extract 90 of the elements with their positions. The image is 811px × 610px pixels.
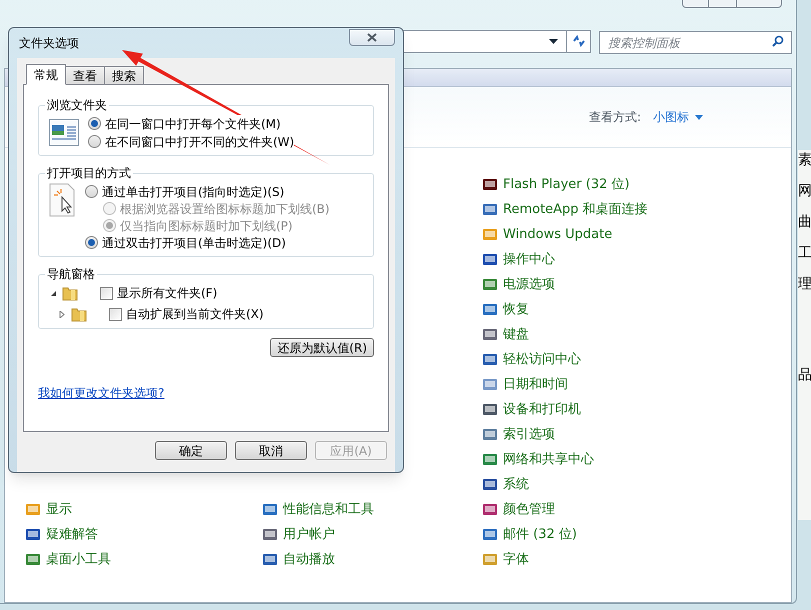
applet-icon (482, 326, 498, 342)
folder-icon (71, 306, 87, 322)
minimize-button[interactable] (682, 0, 709, 8)
applet-icon (482, 452, 498, 468)
applet-icon (482, 376, 498, 392)
radio-button[interactable] (88, 117, 101, 130)
view-by-dropdown[interactable]: 小图标 (653, 108, 703, 126)
applet-link[interactable]: 键盘 (503, 324, 529, 344)
applet-link[interactable]: 电源选项 (503, 274, 555, 294)
applet-link[interactable]: Flash Player (32 位) (503, 174, 630, 194)
radio-button[interactable] (85, 236, 98, 249)
applet-icon (25, 552, 41, 568)
close-icon (367, 32, 377, 42)
applet-icon (482, 476, 498, 492)
radio-label: 在不同窗口中打开不同的文件夹(W) (105, 132, 294, 150)
close-button[interactable] (349, 28, 395, 46)
help-link[interactable]: 我如何更改文件夹选项? (38, 386, 164, 400)
dialog-title: 文件夹选项 (18, 35, 79, 52)
applet-link[interactable]: 轻松访问中心 (503, 350, 581, 370)
dropdown-arrow-icon (549, 38, 558, 44)
view-by-label: 查看方式: (588, 109, 641, 126)
refresh-icon (572, 35, 586, 47)
search-icon (772, 34, 784, 46)
applet-link[interactable]: RemoteApp 和桌面连接 (503, 200, 648, 220)
radio-label: 在同一窗口中打开每个文件夹(M) (105, 114, 281, 132)
maximize-button[interactable] (709, 0, 736, 8)
tab[interactable]: 搜索 (104, 66, 144, 84)
restore-defaults-button[interactable]: 还原为默认值(R) (270, 338, 374, 357)
applet-icon (482, 202, 498, 218)
tab[interactable]: 常规 (26, 64, 66, 85)
window-preview-icon (49, 119, 79, 146)
applet-icon (262, 526, 278, 542)
checkbox[interactable] (109, 308, 122, 320)
group-title: 导航窗格 (45, 266, 97, 282)
applet-icon (482, 252, 498, 268)
collapsed-triangle-icon[interactable] (59, 310, 66, 318)
close-button[interactable] (736, 0, 782, 8)
applet-icon (482, 552, 498, 568)
cursor-document-icon (49, 183, 76, 217)
applet-icon (262, 502, 278, 518)
search-field[interactable]: 搜索控制面板 (599, 31, 792, 54)
radio-label: 通过双击打开项目(单击时选定)(D) (102, 234, 286, 252)
folder-icon (62, 286, 78, 300)
applet-link[interactable]: 颜色管理 (503, 500, 555, 520)
applet-icon (482, 226, 498, 242)
window-text: 工 (798, 244, 811, 263)
applet-link[interactable]: 显示 (46, 500, 72, 520)
applet-link[interactable]: 网络和共享中心 (503, 450, 594, 470)
radio-button[interactable] (85, 185, 98, 198)
group-title: 浏览文件夹 (45, 97, 109, 113)
applet-link[interactable]: 自动播放 (283, 550, 335, 570)
expanded-triangle-icon[interactable] (50, 290, 57, 296)
applet-link[interactable]: 性能信息和工具 (283, 500, 374, 520)
checkbox[interactable] (100, 286, 113, 300)
checkbox-label: 自动扩展到当前文件夹(X) (126, 306, 264, 323)
applet-link[interactable]: 字体 (503, 550, 529, 570)
applet-icon (482, 526, 498, 542)
applet-link[interactable]: 桌面小工具 (46, 550, 111, 570)
checkbox-label: 显示所有文件夹(F) (117, 285, 218, 302)
applet-icon (262, 552, 278, 568)
caret-icon (695, 114, 703, 120)
applet-link[interactable]: 日期和时间 (503, 374, 568, 394)
applet-icon (482, 176, 498, 192)
applet-link[interactable]: 索引选项 (503, 424, 555, 444)
applet-link[interactable]: 设备和打印机 (503, 400, 581, 420)
applet-icon (482, 402, 498, 418)
applet-link[interactable]: 操作中心 (503, 250, 555, 270)
applet-link[interactable]: 邮件 (32 位) (503, 524, 577, 544)
radio-label: 通过单击打开项目(指向时选定)(S) (102, 182, 284, 200)
applet-icon (25, 526, 41, 542)
applet-link[interactable]: Windows Update (503, 224, 612, 244)
applet-icon (482, 426, 498, 442)
dialog-button[interactable]: 确定 (155, 441, 227, 460)
window-text: 网 (798, 182, 811, 201)
window-text: 品 (798, 366, 811, 385)
applet-icon (482, 302, 498, 318)
applet-icon (25, 502, 41, 518)
tab[interactable]: 查看 (65, 66, 105, 84)
applet-icon (482, 502, 498, 518)
dialog-button[interactable]: 取消 (235, 441, 307, 460)
applet-icon (482, 352, 498, 368)
dialog-button: 应用(A) (315, 441, 387, 460)
applet-link[interactable]: 系统 (503, 474, 529, 494)
applet-link[interactable]: 用户帐户 (283, 524, 335, 544)
window-text: 曲 (798, 213, 811, 232)
group-title: 打开项目的方式 (45, 165, 133, 181)
applet-link[interactable]: 恢复 (503, 300, 529, 320)
radio-button[interactable] (88, 135, 101, 148)
applet-link[interactable]: 疑难解答 (46, 524, 98, 544)
applet-icon (482, 276, 498, 292)
